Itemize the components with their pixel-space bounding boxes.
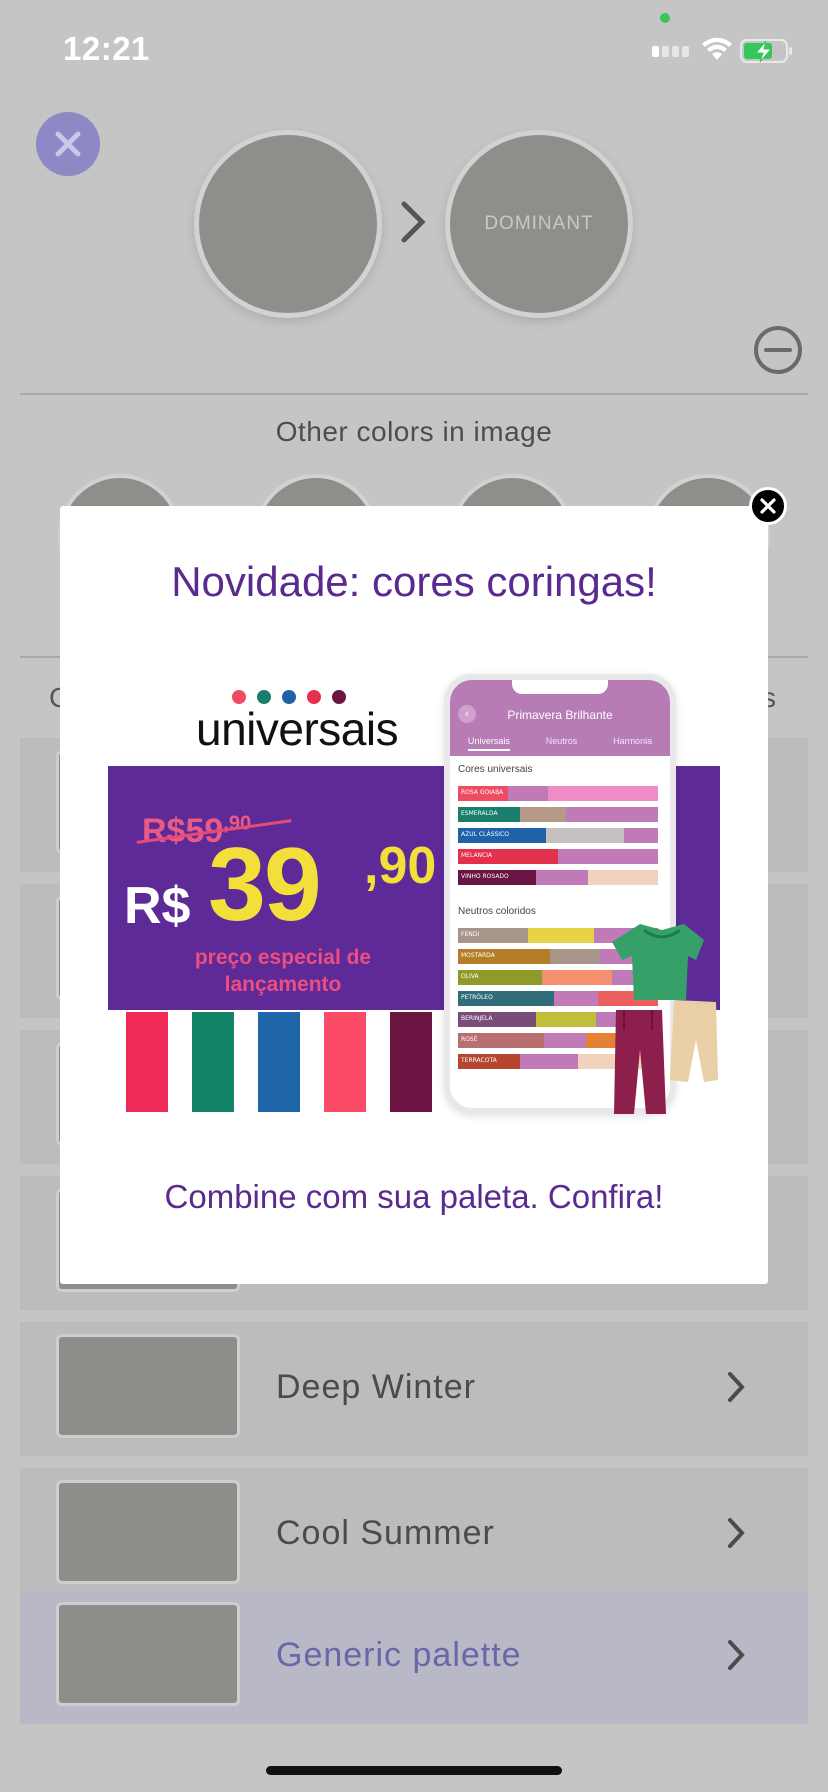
promo-tagline: preço especial de lançamento [194, 946, 372, 996]
palette-row-cool-summer[interactable]: Cool Summer [20, 1468, 808, 1602]
phone-title: Primavera Brilhante [507, 708, 613, 722]
modal-title: Novidade: cores coringas! [171, 558, 657, 605]
chevron-right-icon [728, 1372, 745, 1402]
palette-label: Cool Summer [276, 1514, 495, 1552]
price-cents: ,90 [364, 837, 437, 895]
wifi-icon [702, 37, 732, 60]
color-stripe [324, 1012, 366, 1112]
palette-thumbnail [56, 1334, 240, 1438]
phone-section-title: Cores universais [458, 764, 533, 775]
promo-banner[interactable]: universais R$59,90 R$ 39 ,90 preço espec… [108, 666, 720, 1116]
promo-modal: Novidade: cores coringas! universais R$5… [60, 506, 768, 1284]
color-stripe [126, 1012, 168, 1112]
other-colors-title: Other colors in image [275, 416, 553, 447]
phone-header: ‹ Primavera Brilhante Universais Neutros… [450, 680, 670, 756]
palette-bar: VINHO ROSADO [458, 870, 658, 885]
palette-row-generic[interactable]: Generic palette [20, 1590, 808, 1724]
chevron-right-icon [401, 201, 426, 243]
palette-bar: AZUL CLÁSSICO [458, 828, 658, 843]
color-stripe [390, 1012, 432, 1112]
palette-bar: ROSA GOIABA [458, 786, 658, 801]
palette-bar: ESMERALDA [458, 807, 658, 822]
close-icon [55, 131, 81, 157]
palette-bar: MELANCIA [458, 849, 658, 864]
divider [20, 393, 808, 395]
close-icon [760, 498, 776, 514]
cellular-signal-icon [652, 46, 689, 57]
chevron-right-icon [728, 1640, 745, 1670]
phone-notch [512, 680, 608, 694]
dominant-label: DOMINANT [484, 213, 594, 234]
phone-section-title: Neutros coloridos [458, 906, 536, 917]
palette-row-deep-winter[interactable]: Deep Winter [20, 1322, 808, 1456]
palette-thumbnail [56, 1480, 240, 1584]
palette-label: Generic palette [276, 1636, 522, 1674]
minus-circle-icon[interactable] [752, 324, 804, 376]
battery-charging-icon [740, 39, 792, 63]
status-time: 12:21 [63, 30, 150, 67]
clothing-illustration [612, 924, 718, 1114]
price-whole: 39 [208, 827, 322, 943]
palette-thumbnail [56, 1602, 240, 1706]
phone-tab: Harmonia [613, 736, 653, 746]
selected-color-swatch[interactable] [194, 130, 382, 318]
phone-tab: Universais [467, 736, 510, 751]
price-currency: R$ [124, 877, 191, 935]
chevron-right-icon [728, 1518, 745, 1548]
brand-wordmark: universais [196, 703, 399, 755]
camera-indicator-dot [660, 13, 670, 23]
close-button[interactable] [36, 112, 100, 176]
color-stripe [258, 1012, 300, 1112]
phone-tab: Neutros [545, 736, 578, 746]
palette-label: Deep Winter [276, 1368, 476, 1406]
dominant-color-swatch[interactable]: DOMINANT [445, 130, 633, 318]
status-bar: 12:21 [0, 0, 828, 100]
modal-cta-link[interactable]: Combine com sua paleta. Confira! [60, 1178, 768, 1216]
modal-close-button[interactable] [749, 487, 787, 525]
home-indicator [266, 1766, 562, 1775]
phone-tabs: Universais Neutros Harmonia [450, 736, 670, 751]
color-stripe [192, 1012, 234, 1112]
